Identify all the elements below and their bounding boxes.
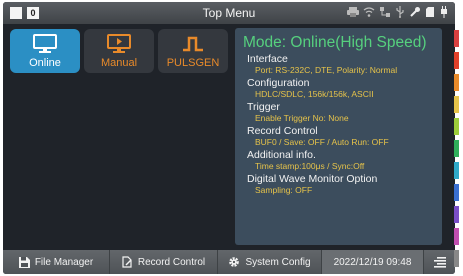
record-control-label: Record Control: [137, 256, 206, 268]
channel-color-swatch: [454, 184, 459, 201]
digital-wave-value: Sampling: OFF: [255, 185, 313, 195]
channel-color-swatch: [454, 206, 459, 223]
usb-icon: [396, 6, 404, 18]
channel-color-swatch: [454, 250, 459, 267]
pulsgen-mode-label: PULSGEN: [166, 57, 220, 69]
document-edit-icon: [122, 256, 132, 268]
top-bar: 0 Top Menu: [3, 2, 455, 24]
file-manager-label: File Manager: [34, 256, 94, 268]
interface-value: Port: RS-232C, DTE, Polarity: Normal: [255, 65, 398, 75]
record-control-button[interactable]: Record Control: [110, 250, 218, 274]
mode-title: Mode: Online(High Speed): [243, 34, 427, 51]
bottom-bar: File Manager Record Control System Confi…: [3, 250, 455, 274]
channel-color-swatch: [454, 30, 459, 47]
device-screen: 0 Top Menu Online Manual PULSGEN Mode: O…: [3, 2, 455, 274]
channel-color-strip: [454, 30, 459, 272]
channel-color-swatch: [454, 162, 459, 179]
gear-icon: [229, 257, 240, 267]
status-icons: [347, 6, 449, 18]
file-manager-button[interactable]: File Manager: [3, 250, 110, 274]
record-control-value: BUF0 / Save: OFF / Auto Run: OFF: [255, 137, 389, 147]
trigger-value: Enable Trigger No: None: [255, 113, 349, 123]
wrench-icon: [410, 7, 420, 17]
wifi-icon: [363, 7, 375, 17]
manual-mode-label: Manual: [100, 57, 138, 69]
online-mode-label: Online: [29, 57, 61, 69]
mode-info-panel: Mode: Online(High Speed) Interface Port:…: [235, 28, 442, 245]
pulse-wave-icon: [183, 36, 203, 52]
channel-color-swatch: [454, 74, 459, 91]
system-config-button[interactable]: System Config: [218, 250, 322, 274]
channel-color-swatch: [454, 96, 459, 113]
channel-color-swatch: [454, 118, 459, 135]
menu-lines-icon: [433, 256, 446, 268]
floppy-disk-icon: [18, 256, 30, 268]
network-icon: [380, 7, 390, 17]
channel-color-swatch: [454, 140, 459, 157]
system-config-label: System Config: [245, 256, 311, 268]
pulsgen-mode-button[interactable]: PULSGEN: [158, 29, 228, 73]
menu-button[interactable]: [424, 250, 455, 274]
configuration-value: HDLC/SDLC, 156k/156k, ASCII: [255, 89, 374, 99]
sd-card-icon: [426, 7, 434, 17]
monitor-icon: [33, 34, 57, 53]
additional-info-value: Time stamp:100μs / Sync:Off: [255, 161, 365, 171]
digital-wave-heading: Digital Wave Monitor Option: [247, 173, 378, 185]
monitor-play-icon: [107, 34, 131, 53]
interface-heading: Interface: [247, 53, 288, 65]
record-control-heading: Record Control: [247, 125, 318, 137]
printer-icon: [347, 7, 359, 17]
configuration-heading: Configuration: [247, 77, 310, 89]
datetime-display: 2022/12/19 09:48: [322, 250, 424, 274]
datetime-text: 2022/12/19 09:48: [333, 256, 412, 268]
channel-color-swatch: [454, 228, 459, 245]
trigger-heading: Trigger: [247, 101, 280, 113]
channel-color-swatch: [454, 52, 459, 69]
manual-mode-button[interactable]: Manual: [84, 29, 154, 73]
power-plug-icon: [441, 6, 447, 18]
additional-info-heading: Additional info.: [247, 149, 316, 161]
online-mode-button[interactable]: Online: [10, 29, 80, 73]
